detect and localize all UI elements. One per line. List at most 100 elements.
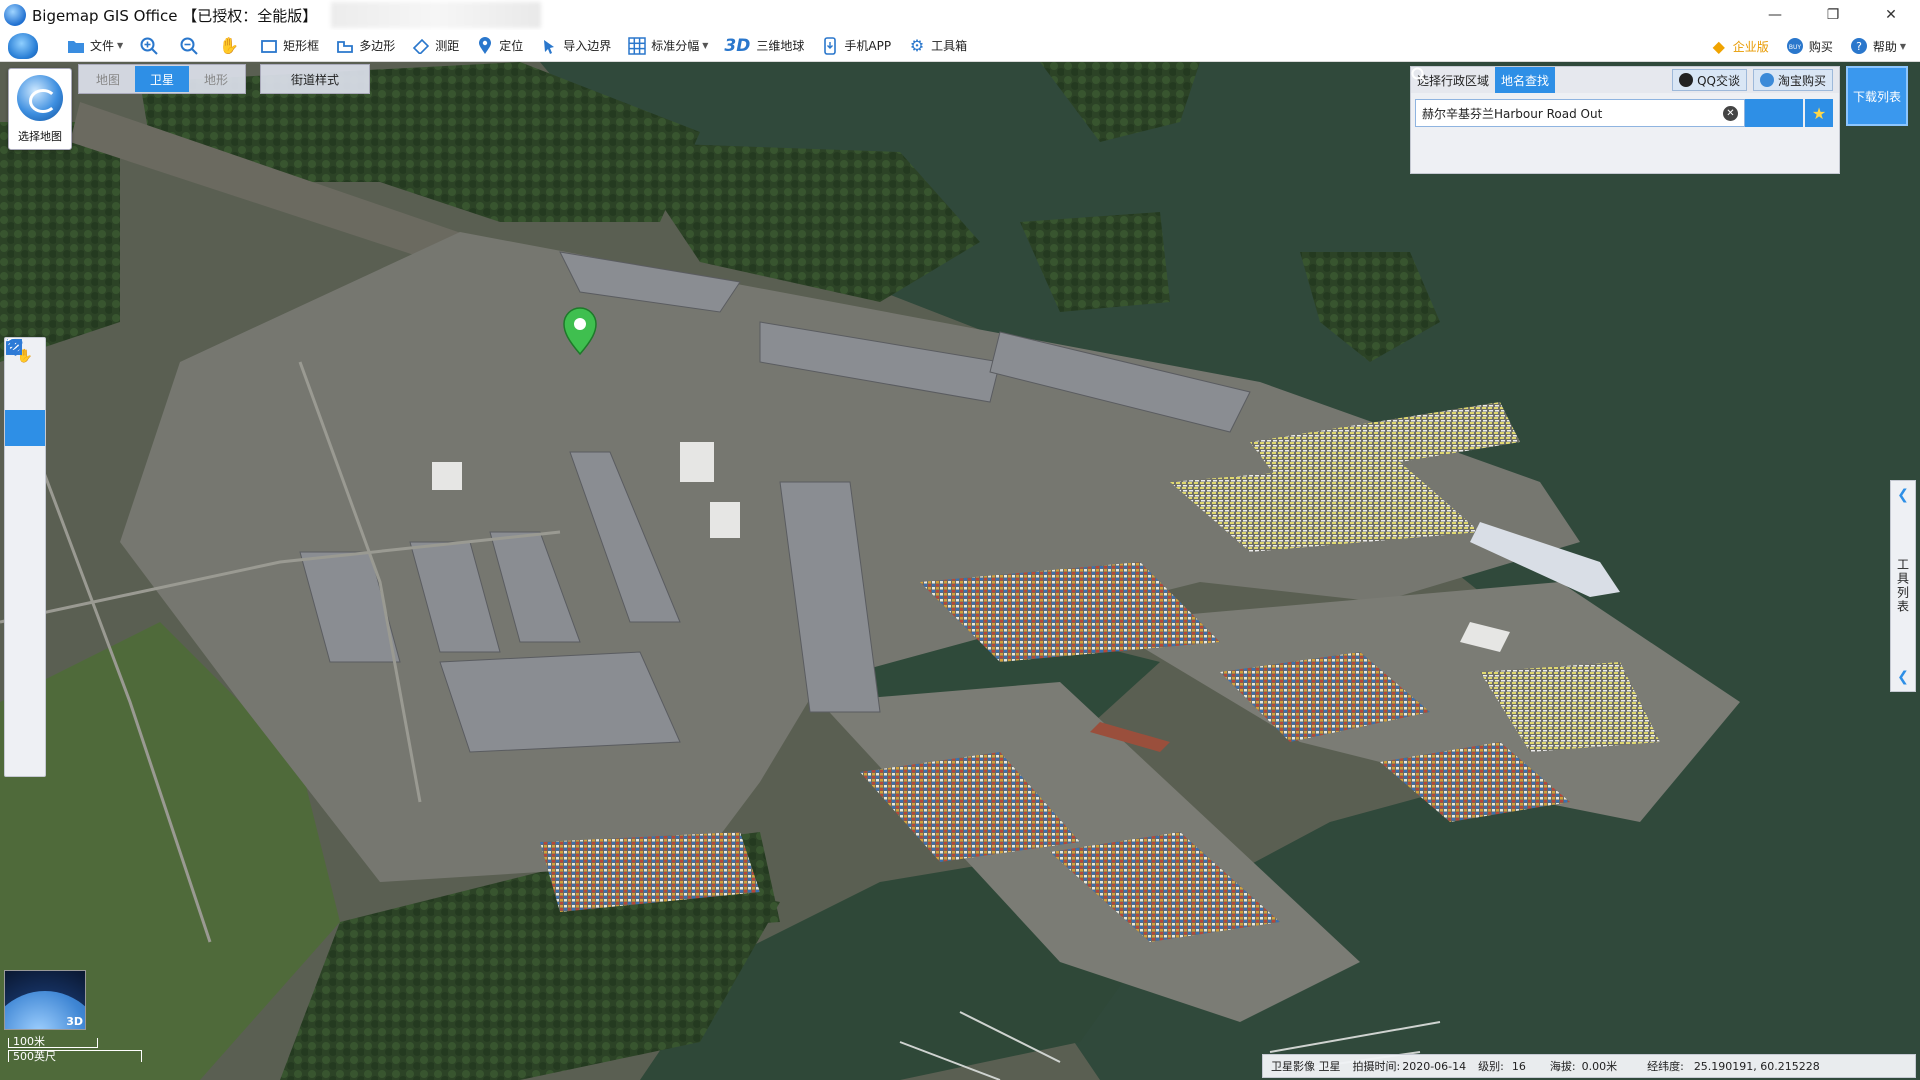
polygon-select-icon xyxy=(335,36,355,56)
favorite-button[interactable]: ★ xyxy=(1805,99,1833,127)
locate-button[interactable]: 定位 xyxy=(469,32,529,60)
main-menu-logo-icon[interactable] xyxy=(8,32,38,59)
chevron-down-icon: ▼ xyxy=(1899,41,1906,51)
altitude: 0.00米 xyxy=(1581,1060,1618,1073)
buy-button[interactable]: BUY 购买 xyxy=(1779,32,1839,60)
search-panel: 选择行政区域 地名查找 QQ交谈 淘宝购买 赫尔辛基芬兰Harbour Road… xyxy=(1410,66,1840,174)
coords-label: 经纬度: xyxy=(1647,1060,1684,1073)
taobao-buy-label: 淘宝购买 xyxy=(1777,73,1826,88)
tool-list-label: 工具列表 xyxy=(1895,558,1910,614)
rectangle-select-icon xyxy=(259,36,279,56)
qq-chat-button[interactable]: QQ交谈 xyxy=(1672,69,1747,91)
diamond-icon: ◆ xyxy=(1712,36,1725,56)
folder-icon xyxy=(66,36,86,56)
drawing-toolbar: ✋ xyxy=(4,337,46,777)
buy-icon: BUY xyxy=(1785,36,1805,56)
measure-distance-label: 测距 xyxy=(435,39,460,53)
star-icon: ★ xyxy=(1811,103,1827,123)
toolbox-label: 工具箱 xyxy=(931,39,968,53)
imagery-source: 卫星影像 卫星 xyxy=(1271,1060,1341,1073)
ruler-tool-button[interactable] xyxy=(5,338,45,698)
phone-icon xyxy=(820,36,840,56)
taobao-icon xyxy=(1759,73,1774,87)
location-pin-icon xyxy=(475,36,495,56)
freehand-tool-button[interactable] xyxy=(5,340,45,590)
tab-map[interactable]: 地图 xyxy=(81,66,135,92)
status-bar: 卫星影像 卫星 拍摄时间: 2020-06-14 级别: 16 海拔: 0.00… xyxy=(1262,1054,1916,1078)
qq-icon xyxy=(1679,73,1694,87)
area-tool-button[interactable] xyxy=(5,339,45,734)
title-bar: Bigemap GIS Office 【已授权：全能版】 — ❐ ✕ xyxy=(0,0,1920,30)
help-label: 帮助 xyxy=(1872,39,1897,54)
search-query: 赫尔辛基芬兰Harbour Road Out xyxy=(1422,106,1603,121)
enterprise-label: 企业版 xyxy=(1732,39,1769,54)
street-style-button[interactable]: 街道样式 xyxy=(260,64,370,94)
app-logo-icon xyxy=(4,4,26,26)
svg-text:BUY: BUY xyxy=(1789,44,1802,51)
minimap-3d-label: 3D xyxy=(66,1015,83,1028)
qq-chat-label: QQ交谈 xyxy=(1697,73,1740,88)
import-boundary-icon xyxy=(539,36,559,56)
search-tabs: 选择行政区域 地名查找 QQ交谈 淘宝购买 xyxy=(1411,67,1839,93)
window-title: Bigemap GIS Office 【已授权：全能版】 xyxy=(32,6,318,25)
map-canvas[interactable]: 选择地图 地图 卫星 地形 街道样式 ✋ 选择行政区域 地名查找 QQ交谈 淘宝… xyxy=(0,62,1920,1080)
minimize-button[interactable]: — xyxy=(1746,0,1804,30)
capture-date: 2020-06-14 xyxy=(1402,1059,1467,1073)
satellite-imagery xyxy=(0,62,1920,1080)
tab-place-search[interactable]: 地名查找 xyxy=(1495,67,1556,93)
standard-grid-button[interactable]: 标准分幅 ▼ xyxy=(621,32,714,60)
enterprise-button[interactable]: ◆ 企业版 xyxy=(1703,32,1775,60)
line-tool-button[interactable] xyxy=(5,339,45,482)
chevron-left-icon[interactable]: ❮ xyxy=(1897,487,1909,503)
polygon-select-button[interactable]: 多边形 xyxy=(329,32,401,60)
taobao-buy-button[interactable]: 淘宝购买 xyxy=(1752,69,1833,91)
file-menu-label: 文件 xyxy=(90,39,115,53)
measure-distance-button[interactable]: 测距 xyxy=(405,32,465,60)
capture-date-label: 拍摄时间: xyxy=(1352,1060,1401,1073)
help-button[interactable]: ? 帮助 ▼ xyxy=(1843,32,1912,60)
search-button[interactable] xyxy=(1411,67,1803,127)
chevron-down-icon: ▼ xyxy=(117,41,124,50)
rectangle-select-button[interactable]: 矩形框 xyxy=(253,32,325,60)
zoom-level: 16 xyxy=(1511,1059,1526,1073)
mobile-app-button[interactable]: 手机APP xyxy=(814,32,897,60)
polyline-tool-button[interactable] xyxy=(5,339,45,518)
globe-icon xyxy=(17,75,63,121)
tab-terrain[interactable]: 地形 xyxy=(189,66,243,92)
curve-tool-button[interactable] xyxy=(5,341,45,626)
maximize-button[interactable]: ❐ xyxy=(1804,0,1862,30)
toolbox-button[interactable]: ⚙ 工具箱 xyxy=(901,32,973,60)
zoom-out-icon xyxy=(179,36,199,56)
3d-icon: 3D xyxy=(724,35,751,56)
marker-tool-button[interactable] xyxy=(5,338,45,446)
standard-grid-label: 标准分幅 xyxy=(651,39,700,53)
tool-list-drawer[interactable]: ❮ 工具列表 ❮ xyxy=(1890,480,1916,692)
download-list-button[interactable]: 下载列表 xyxy=(1846,66,1908,126)
svg-text:?: ? xyxy=(1856,40,1862,53)
minimap-3d-button[interactable]: 3D xyxy=(4,970,86,1030)
clear-icon[interactable]: ✕ xyxy=(1723,106,1738,121)
select-map-label: 选择地图 xyxy=(18,130,62,143)
map-source-selector[interactable]: 选择地图 xyxy=(8,68,72,150)
tab-satellite[interactable]: 卫星 xyxy=(135,66,189,92)
rectangle-tool-button[interactable] xyxy=(5,341,45,662)
file-menu-button[interactable]: 文件 ▼ xyxy=(60,32,129,60)
toolbar-right-group: ◆ 企业版 BUY 购买 ? 帮助 ▼ xyxy=(1703,30,1916,62)
chevron-left-icon[interactable]: ❮ xyxy=(1897,669,1909,685)
import-boundary-button[interactable]: 导入边界 xyxy=(533,32,617,60)
search-row: 赫尔辛基芬兰Harbour Road Out ✕ ★ xyxy=(1411,67,1835,127)
chevron-down-icon: ▼ xyxy=(702,41,709,50)
search-input[interactable]: 赫尔辛基芬兰Harbour Road Out ✕ xyxy=(1415,99,1745,127)
select-tool-button[interactable] xyxy=(5,339,45,410)
altitude-label: 海拔: xyxy=(1549,1060,1576,1073)
circle-tool-button[interactable] xyxy=(5,339,45,554)
3d-globe-button[interactable]: 3D 三维地球 xyxy=(718,32,810,60)
zoom-out-button[interactable] xyxy=(173,32,209,60)
zoom-in-button[interactable] xyxy=(133,32,169,60)
zoom-in-icon xyxy=(139,36,159,56)
pan-button[interactable]: ✋ xyxy=(213,32,249,60)
close-button[interactable]: ✕ xyxy=(1862,0,1920,30)
scale-metric: 100米 xyxy=(8,1036,98,1048)
help-icon: ? xyxy=(1849,36,1869,56)
layer-tabs: 地图 卫星 地形 xyxy=(78,64,246,94)
